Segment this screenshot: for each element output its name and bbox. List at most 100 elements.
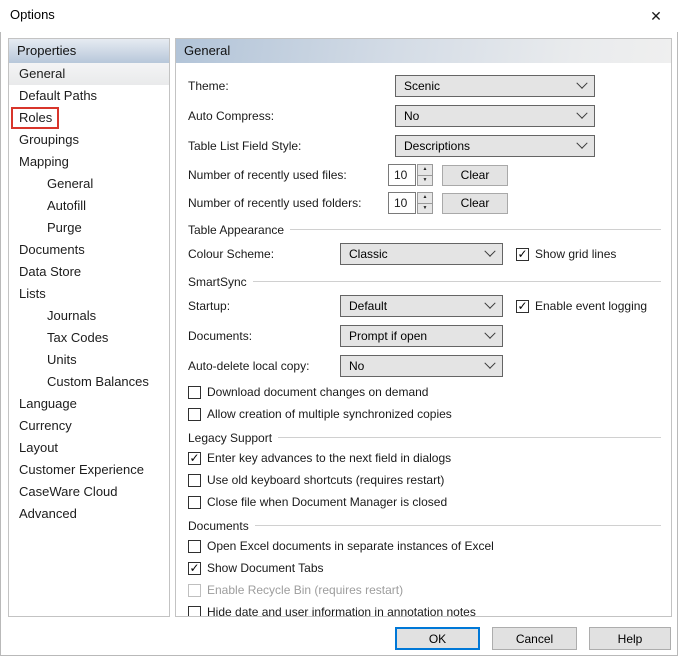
field-row: Number of recently used folders: 10 ▲ ▼ Clea… <box>188 189 663 217</box>
checked-checkbox-icon[interactable]: ✓ <box>188 451 201 465</box>
sidebar-item-purge[interactable]: Purge <box>9 217 169 239</box>
sidebar-item-default-paths[interactable]: Default Paths <box>9 85 169 107</box>
sidebar-item-label: Groupings <box>19 132 79 147</box>
check-icon: ✓ <box>517 299 528 313</box>
spinner-value-input[interactable]: 10 <box>388 192 416 214</box>
cancel-button[interactable]: Cancel <box>492 627 577 650</box>
spinner-up-icon[interactable]: ▲ <box>417 192 433 204</box>
sidebar-item-advanced[interactable]: Advanced <box>9 503 169 525</box>
sidebar-item-general[interactable]: General <box>9 173 169 195</box>
dropdown-startup[interactable]: Default <box>340 295 503 317</box>
checked-checkbox-icon[interactable]: ✓ <box>516 299 529 313</box>
unchecked-checkbox-icon[interactable] <box>188 385 201 399</box>
checkbox-label: Enter key advances to the next field in … <box>207 451 452 465</box>
group-divider <box>290 229 661 230</box>
dropdown-theme[interactable]: Scenic <box>395 75 595 97</box>
checkbox-row: Close file when Document Manager is clos… <box>188 491 663 513</box>
checkbox-label: Enable event logging <box>535 299 648 313</box>
dropdown-auto-compress[interactable]: No <box>395 105 595 127</box>
checkbox-show-grid-lines[interactable]: ✓ Show grid lines <box>516 247 616 261</box>
check-icon: ✓ <box>517 247 528 261</box>
field-row: Table List Field Style: Descriptions <box>188 131 663 161</box>
spinner-value-input[interactable]: 10 <box>388 164 416 186</box>
checkbox-label: Open Excel documents in separate instanc… <box>207 539 494 553</box>
dropdown-auto-delete-local-copy[interactable]: No <box>340 355 503 377</box>
checkbox-row: ✓ Show Document Tabs <box>188 557 663 579</box>
sidebar-item-label: Mapping <box>19 154 69 169</box>
checked-checkbox-icon[interactable]: ✓ <box>516 247 529 261</box>
sidebar-item-documents[interactable]: Documents <box>9 239 169 261</box>
spinner-down-icon[interactable]: ▼ <box>417 203 433 214</box>
checkbox-enable-event-logging[interactable]: ✓ Enable event logging <box>516 299 647 313</box>
unchecked-checkbox-icon[interactable] <box>188 495 201 509</box>
group-header-table-appearance: Table Appearance <box>188 220 663 239</box>
checkbox-open-excel-documents-in-separate-instanc[interactable]: Open Excel documents in separate instanc… <box>188 539 494 553</box>
sidebar-item-currency[interactable]: Currency <box>9 415 169 437</box>
field-label: Auto Compress: <box>188 109 275 123</box>
field-label: Number of recently used files: <box>188 168 347 182</box>
checkbox-row: Allow creation of multiple synchronized … <box>188 403 663 425</box>
checkbox-hide-date-and-user-information-in-annota[interactable]: Hide date and user information in annota… <box>188 605 476 616</box>
group-divider <box>254 525 661 526</box>
checked-checkbox-icon[interactable]: ✓ <box>188 561 201 575</box>
clear-button[interactable]: Clear <box>442 164 508 186</box>
field-row: Documents: Prompt if open <box>188 321 663 351</box>
field-row: Auto Compress: No <box>188 101 663 131</box>
unchecked-checkbox-icon[interactable] <box>188 605 201 616</box>
close-icon[interactable]: ✕ <box>644 4 668 28</box>
chevron-down-icon <box>576 107 588 119</box>
sidebar-item-lists[interactable]: Lists <box>9 283 169 305</box>
checkbox-download-document-changes-on-demand[interactable]: Download document changes on demand <box>188 385 428 399</box>
dropdown-selected-value: No <box>404 109 420 123</box>
checkbox-close-file-when-document-manager-is-clos[interactable]: Close file when Document Manager is clos… <box>188 495 447 509</box>
sidebar-item-custom-balances[interactable]: Custom Balances <box>9 371 169 393</box>
sidebar-item-data-store[interactable]: Data Store <box>9 261 169 283</box>
sidebar-item-general[interactable]: General <box>9 63 169 85</box>
unchecked-checkbox-icon[interactable] <box>188 539 201 553</box>
checkbox-use-old-keyboard-shortcuts-requires-rest[interactable]: Use old keyboard shortcuts (requires res… <box>188 473 444 487</box>
dropdown-table-list-field-style[interactable]: Descriptions <box>395 135 595 157</box>
sidebar-item-mapping[interactable]: Mapping <box>9 151 169 173</box>
checkbox-show-document-tabs[interactable]: ✓ Show Document Tabs <box>188 561 324 575</box>
sidebar-item-label: Currency <box>19 418 72 433</box>
check-icon: ✓ <box>189 561 200 575</box>
sidebar-item-units[interactable]: Units <box>9 349 169 371</box>
sidebar-item-language[interactable]: Language <box>9 393 169 415</box>
clear-button[interactable]: Clear <box>442 192 508 214</box>
dropdown-selected-value: Default <box>349 299 388 313</box>
checkbox-enter-key-advances-to-the-next-field-in-[interactable]: ✓ Enter key advances to the next field in… <box>188 451 451 465</box>
checkbox-row: ✓ Enter key advances to the next field in… <box>188 447 663 469</box>
chevron-down-icon <box>576 137 588 149</box>
field-row: Number of recently used files: 10 ▲ ▼ Clear <box>188 161 663 189</box>
spinner-up-icon[interactable]: ▲ <box>417 164 433 176</box>
checkbox-row: Enable Recycle Bin (requires restart) <box>188 579 663 601</box>
help-button[interactable]: Help <box>589 627 671 650</box>
dropdown-colour-scheme[interactable]: Classic <box>340 243 503 265</box>
field-label: Theme: <box>188 79 229 93</box>
sidebar-item-label: Data Store <box>19 264 82 279</box>
sidebar-item-customer-experience[interactable]: Customer Experience <box>9 459 169 481</box>
spinner-down-icon[interactable]: ▼ <box>417 175 433 186</box>
sidebar-item-label: Tax Codes <box>47 330 109 345</box>
sidebar-item-journals[interactable]: Journals <box>9 305 169 327</box>
checkbox-row: Open Excel documents in separate instanc… <box>188 535 663 557</box>
field-row: Auto-delete local copy: No <box>188 351 663 381</box>
sidebar-item-label: Customer Experience <box>19 462 144 477</box>
sidebar-item-caseware-cloud[interactable]: CaseWare Cloud <box>9 481 169 503</box>
unchecked-checkbox-icon[interactable] <box>188 407 201 421</box>
chevron-down-icon <box>576 77 588 89</box>
checkbox-allow-creation-of-multiple-synchronized-[interactable]: Allow creation of multiple synchronized … <box>188 407 452 421</box>
checkbox-label: Show Document Tabs <box>207 561 324 575</box>
sidebar-item-layout[interactable]: Layout <box>9 437 169 459</box>
unchecked-checkbox-icon[interactable] <box>188 473 201 487</box>
dropdown-selected-value: Descriptions <box>404 139 471 153</box>
sidebar-item-roles[interactable]: Roles <box>9 107 169 129</box>
ok-button[interactable]: OK <box>395 627 480 650</box>
sidebar-item-groupings[interactable]: Groupings <box>9 129 169 151</box>
checkbox-label: Use old keyboard shortcuts (requires res… <box>207 473 445 487</box>
sidebar-item-tax-codes[interactable]: Tax Codes <box>9 327 169 349</box>
sidebar-item-label: Layout <box>19 440 59 455</box>
sidebar-item-autofill[interactable]: Autofill <box>9 195 169 217</box>
dropdown-documents[interactable]: Prompt if open <box>340 325 503 347</box>
checkbox-row: Use old keyboard shortcuts (requires res… <box>188 469 663 491</box>
